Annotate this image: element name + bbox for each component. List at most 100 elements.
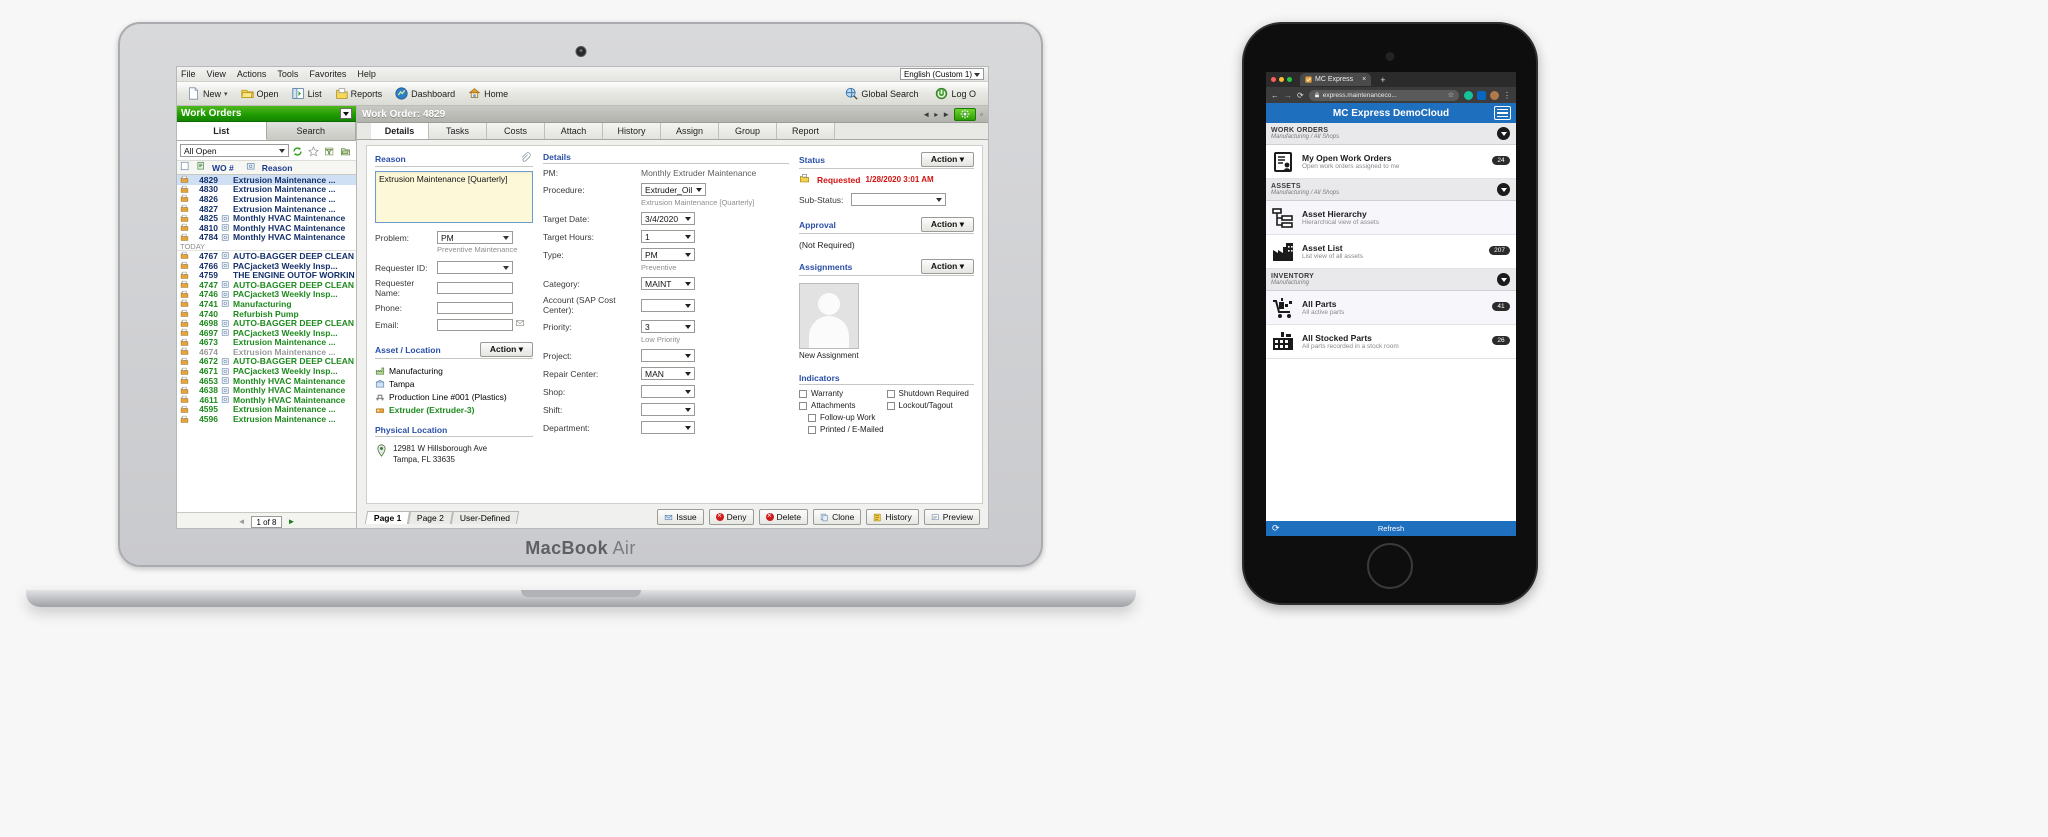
detail-select[interactable]: 1	[641, 230, 695, 243]
checkbox[interactable]	[799, 401, 807, 410]
work-order-row[interactable]: 4697 PACjacket3 Weekly Insp...	[177, 328, 356, 338]
record-maximize-icon[interactable]: ▫	[980, 110, 983, 119]
tab-search[interactable]: Search	[266, 122, 356, 140]
approval-action-button[interactable]: Action ▾	[920, 217, 974, 232]
record-tab-assign[interactable]: Assign	[661, 123, 719, 139]
email-input[interactable]	[437, 318, 513, 331]
work-order-row[interactable]: 4638 Monthly HVAC Maintenance	[177, 385, 356, 395]
indicator-checkbox-item[interactable]: Printed / E-Mailed	[808, 425, 896, 434]
assignments-action-button[interactable]: Action ▾	[920, 259, 974, 274]
asset-line[interactable]: Production Line #001 (Plastics)	[375, 392, 533, 402]
record-tabs[interactable]: Details Tasks Costs Attach History Assign Grou…	[357, 123, 988, 140]
home-button[interactable]	[1367, 543, 1413, 589]
mobile-nav-item[interactable]: Asset List List view of all assets 207	[1266, 235, 1516, 269]
record-tab-costs[interactable]: Costs	[487, 123, 545, 139]
checkbox[interactable]	[808, 413, 816, 422]
mobile-nav-item[interactable]: All Parts All active parts 41	[1266, 291, 1516, 325]
reason-textarea[interactable]: Extrusion Maintenance [Quarterly]	[375, 171, 533, 223]
asset-line[interactable]: Tampa	[375, 379, 533, 389]
column-reason[interactable]: Reason	[262, 163, 293, 173]
menu-actions[interactable]: Actions	[237, 69, 267, 79]
select-all-icon[interactable]	[180, 161, 193, 174]
indicator-checkbox-item[interactable]: Lockout/Tagout	[886, 401, 975, 410]
detail-select[interactable]	[641, 421, 695, 434]
asset-action-button[interactable]: Action ▾	[479, 342, 533, 357]
record-next-icon[interactable]: ►	[942, 110, 950, 119]
detail-select[interactable]: PM	[641, 248, 695, 261]
column-wo-number[interactable]: WO #	[212, 163, 234, 173]
record-settings-button[interactable]	[954, 107, 977, 121]
filter-folder-icon[interactable]	[340, 144, 353, 157]
detail-select[interactable]	[641, 403, 695, 416]
detail-select[interactable]: MAINT	[641, 277, 695, 290]
problem-select[interactable]: PM	[437, 231, 513, 244]
indicator-checkbox-item[interactable]: Attachments	[799, 401, 887, 410]
deny-button[interactable]: Deny	[708, 509, 754, 525]
toolbar-new-button[interactable]: New ▾	[182, 85, 233, 102]
toolbar-list-button[interactable]: List	[287, 85, 327, 102]
work-order-row[interactable]: 4611 Monthly HVAC Maintenance	[177, 395, 356, 405]
detail-select[interactable]: Extruder_Oil	[641, 183, 707, 196]
bookmark-star-icon[interactable]: ☆	[1448, 91, 1454, 99]
phone-input[interactable]	[437, 302, 513, 314]
work-order-row[interactable]: 4747 AUTO-BAGGER DEEP CLEAN	[177, 280, 356, 290]
mobile-nav-item[interactable]: All Stocked Parts All parts recorded in a…	[1266, 325, 1516, 359]
indicator-checkbox-item[interactable]: Warranty	[799, 389, 887, 398]
detail-select[interactable]: MAN	[641, 367, 695, 380]
work-order-row[interactable]: 4826 Extrusion Maintenance ...	[177, 194, 356, 204]
mobile-group-header[interactable]: INVENTORY Manufacturing	[1266, 269, 1516, 291]
history-button[interactable]: History	[866, 509, 919, 525]
checkbox[interactable]	[808, 425, 816, 434]
pager-prev-button[interactable]: ◄	[238, 517, 246, 526]
favorite-star-icon[interactable]	[308, 144, 321, 157]
page-tabs[interactable]: Page 1 Page 2 User-Defined	[364, 510, 520, 524]
hamburger-menu-icon[interactable]	[1494, 106, 1511, 120]
pager-next-button[interactable]: ►	[288, 517, 296, 526]
work-order-row[interactable]: 4830 Extrusion Maintenance ...	[177, 184, 356, 194]
checkbox[interactable]	[886, 389, 895, 398]
page-tab[interactable]: Page 1	[364, 510, 411, 524]
work-order-row[interactable]: 4827 Extrusion Maintenance ...	[177, 204, 356, 214]
work-order-row[interactable]: 4746 PACjacket3 Weekly Insp...	[177, 289, 356, 299]
detail-select[interactable]: 3	[641, 320, 695, 333]
work-order-row[interactable]: 4698 AUTO-BAGGER DEEP CLEAN	[177, 318, 356, 328]
toolbar-open-button[interactable]: Open	[236, 85, 284, 102]
language-select[interactable]: English (Custom 1)	[899, 68, 984, 80]
mobile-group-header[interactable]: WORK ORDERS Manufacturing / All Shops	[1266, 123, 1516, 145]
requester-name-input[interactable]	[437, 282, 513, 294]
work-order-row[interactable]: 4595 Extrusion Maintenance ...	[177, 404, 356, 414]
menu-favorites[interactable]: Favorites	[309, 69, 346, 79]
work-order-row[interactable]: 4759 THE ENGINE OUTOF WORKIN	[177, 270, 356, 280]
menu-tools[interactable]: Tools	[277, 69, 298, 79]
record-tab-tasks[interactable]: Tasks	[429, 123, 487, 139]
linkedin-icon[interactable]	[1477, 90, 1486, 100]
preview-button[interactable]: Preview	[923, 509, 980, 525]
form-action-buttons[interactable]: Issue Deny Delete Clone History Preview	[657, 509, 980, 525]
global-search-button[interactable]: Global Search	[840, 85, 923, 102]
status-action-button[interactable]: Action ▾	[920, 152, 974, 167]
work-order-row[interactable]: 4741 Manufacturing	[177, 299, 356, 309]
toolbar-dashboard-button[interactable]: Dashboard	[390, 85, 460, 102]
checkbox[interactable]	[886, 401, 895, 410]
menu-help[interactable]: Help	[357, 69, 376, 79]
refresh-icon[interactable]	[292, 144, 305, 157]
detail-select[interactable]: 3/4/2020	[641, 212, 695, 225]
menu-view[interactable]: View	[207, 69, 226, 79]
clone-button[interactable]: Clone	[813, 509, 862, 525]
record-play-icon[interactable]: ▸	[934, 110, 938, 119]
mobile-nav-item[interactable]: My Open Work Orders Open work orders assi…	[1266, 145, 1516, 179]
mobile-refresh-bar[interactable]: ⟳ Refresh	[1266, 521, 1516, 536]
toolbar-reports-button[interactable]: Reports	[330, 85, 388, 102]
mobile-nav-list[interactable]: WORK ORDERS Manufacturing / All Shops My O…	[1266, 123, 1516, 359]
record-prev-icon[interactable]: ◄	[922, 110, 930, 119]
work-order-row[interactable]: 4740 Refurbish Pump	[177, 309, 356, 319]
work-order-row[interactable]: 4653 Monthly HVAC Maintenance	[177, 376, 356, 386]
grammarly-icon[interactable]	[1464, 90, 1473, 100]
work-order-row[interactable]: 4766 PACjacket3 Weekly Insp...	[177, 261, 356, 271]
indicator-checkbox-item[interactable]: Follow-up Work	[808, 413, 896, 422]
checkbox[interactable]	[799, 389, 807, 398]
filter-add-icon[interactable]	[324, 144, 337, 157]
reload-icon[interactable]: ⟳	[1297, 91, 1304, 100]
reason-attach-icon[interactable]	[520, 152, 533, 165]
chevron-down-icon[interactable]	[1497, 273, 1510, 286]
